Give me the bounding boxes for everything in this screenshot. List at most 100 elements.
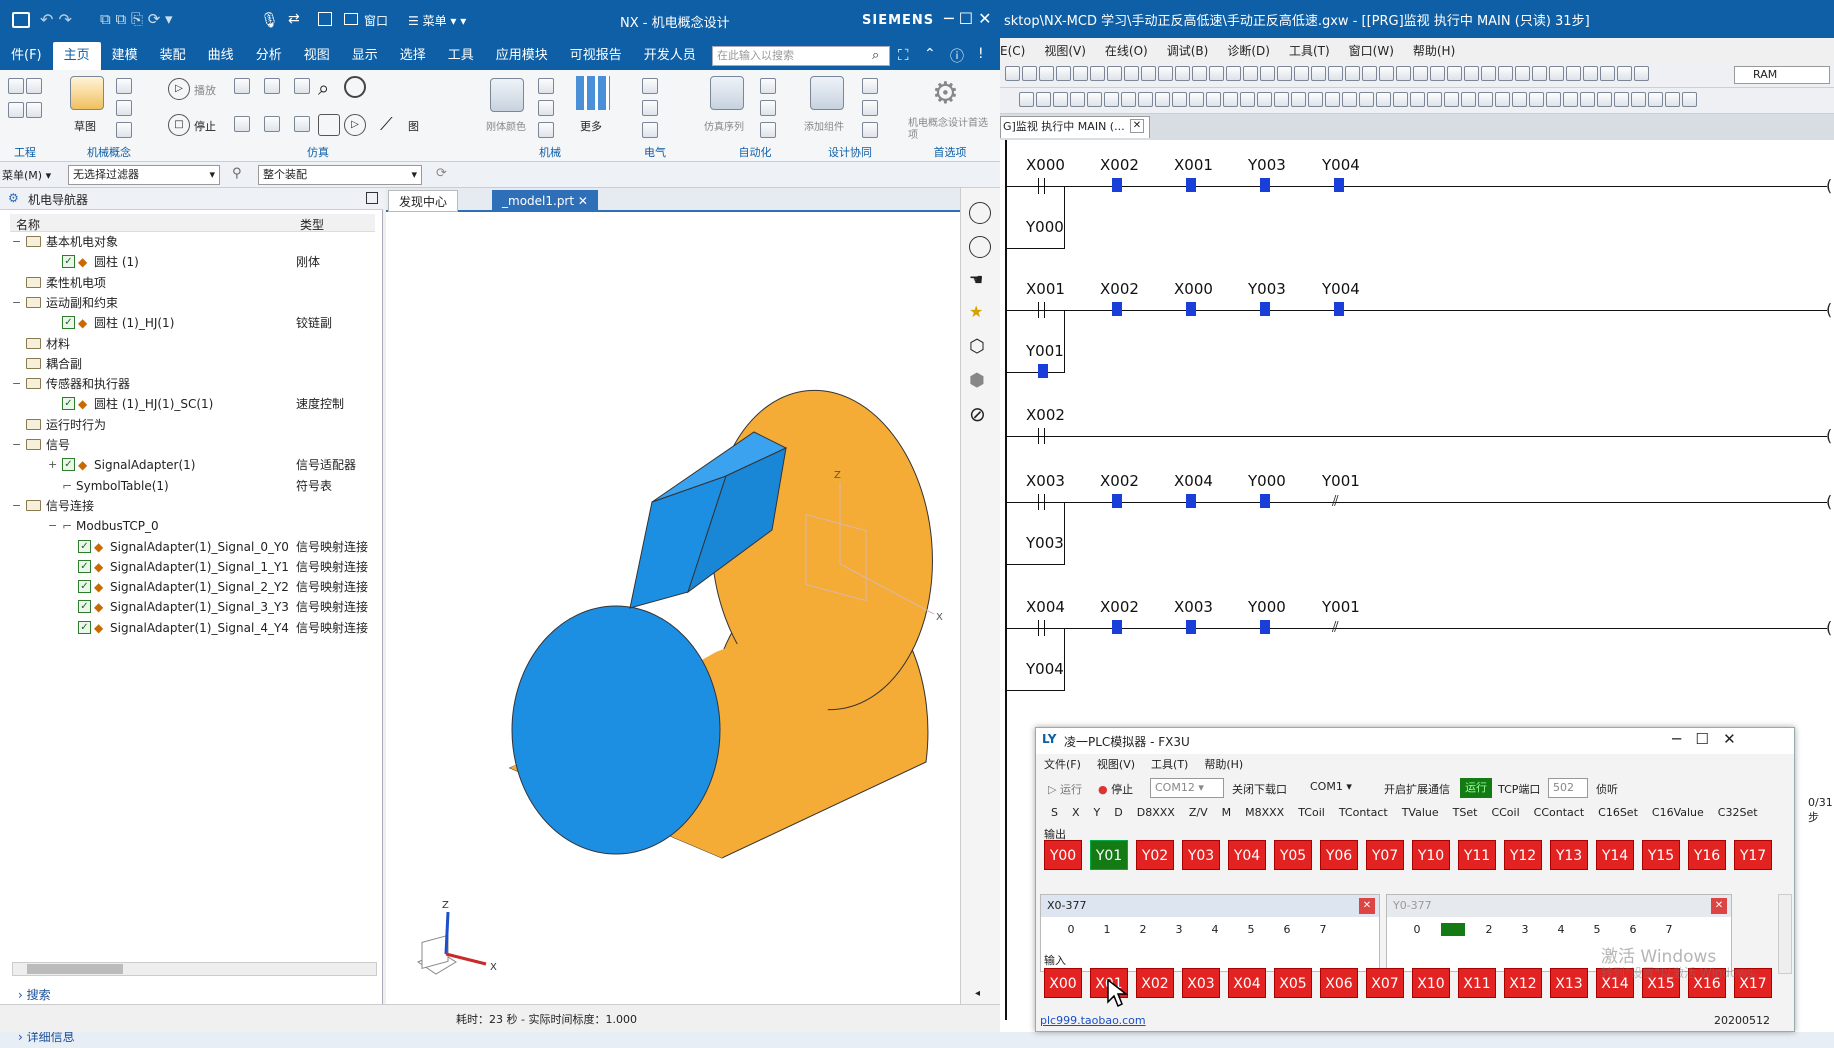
- input-x03-button[interactable]: X03: [1182, 968, 1220, 998]
- nx-menu-item[interactable]: 开发人员: [633, 42, 707, 70]
- hand-icon[interactable]: ☚: [969, 270, 983, 289]
- navigator-section[interactable]: › 搜索: [18, 986, 51, 1003]
- input-x13-button[interactable]: X13: [1550, 968, 1588, 998]
- gx-ladder-tool-icon[interactable]: [1461, 92, 1476, 107]
- mic-icon[interactable]: 🎙: [260, 11, 279, 29]
- gx-ladder-tool-icon[interactable]: [1546, 92, 1561, 107]
- gx-tool-icon[interactable]: [1175, 66, 1190, 81]
- gx-ladder-tool-icon[interactable]: [1512, 92, 1527, 107]
- input-x07-button[interactable]: X07: [1366, 968, 1404, 998]
- sim-menu-item[interactable]: 视图(V): [1097, 756, 1135, 772]
- menu-button[interactable]: 菜单(M) ▾: [2, 167, 51, 183]
- constraint-icon[interactable]: [8, 78, 24, 94]
- sketch-button-label[interactable]: 草图: [74, 118, 96, 134]
- play-icon[interactable]: ▷: [168, 78, 190, 100]
- gx-tool-icon[interactable]: [1515, 66, 1530, 81]
- output-y17-button[interactable]: Y17: [1734, 840, 1772, 870]
- gx-tool-icon[interactable]: [1498, 66, 1513, 81]
- adapter-icon[interactable]: [26, 102, 42, 118]
- output-y13-button[interactable]: Y13: [1550, 840, 1588, 870]
- gx-ladder-tool-icon[interactable]: [1478, 92, 1493, 107]
- nx-menu-item[interactable]: 显示: [341, 42, 389, 70]
- gx-ladder-tool-icon[interactable]: [1597, 92, 1612, 107]
- export-icon[interactable]: [862, 78, 878, 94]
- x-panel-close-icon[interactable]: ✕: [1359, 898, 1375, 914]
- output-y05-button[interactable]: Y05: [1274, 840, 1312, 870]
- tree-row[interactable]: ✓ ◆ SignalAdapter(1)_Signal_1_Y1 信号映射连接: [10, 557, 375, 577]
- search-icon[interactable]: ⌕: [872, 48, 879, 63]
- gx-ladder-tool-icon[interactable]: [1308, 92, 1323, 107]
- tree-row[interactable]: − 传感器和执行器: [10, 374, 375, 394]
- gx-ladder-tool-icon[interactable]: [1342, 92, 1357, 107]
- tree-row[interactable]: ✓ ◆ SignalAdapter(1)_Signal_2_Y2 信号映射连接: [10, 577, 375, 597]
- output-y02-button[interactable]: Y02: [1136, 840, 1174, 870]
- gx-tool-icon[interactable]: [1413, 66, 1428, 81]
- gx-menu-item[interactable]: 在线(O): [1105, 42, 1148, 59]
- output-y12-button[interactable]: Y12: [1504, 840, 1542, 870]
- register-bit[interactable]: 7: [1311, 923, 1335, 936]
- fullscreen-icon[interactable]: ⛶: [898, 46, 909, 64]
- layout-icon[interactable]: [344, 13, 358, 25]
- navigator-hscrollbar[interactable]: [12, 962, 377, 976]
- panel-scrollbar[interactable]: [1778, 894, 1792, 974]
- gx-ladder-tool-icon[interactable]: [1393, 92, 1408, 107]
- gx-tool-icon[interactable]: [1396, 66, 1411, 81]
- spring-icon[interactable]: [538, 122, 554, 138]
- gx-ladder-tool-icon[interactable]: [1104, 92, 1119, 107]
- visibility-checkbox[interactable]: ✓: [78, 539, 91, 553]
- register-tab[interactable]: TContact: [1339, 806, 1388, 819]
- gx-ladder-tool-icon[interactable]: [1172, 92, 1187, 107]
- tree-row[interactable]: − 运动副和约束: [10, 293, 375, 313]
- sim-menu-item[interactable]: 帮助(H): [1204, 756, 1243, 772]
- command-search-input[interactable]: 在此输入以搜索: [712, 46, 890, 66]
- visibility-checkbox[interactable]: ✓: [78, 559, 91, 573]
- gx-ladder-tool-icon[interactable]: [1274, 92, 1289, 107]
- ram-field[interactable]: RAM: [1734, 66, 1830, 84]
- register-bit[interactable]: 4: [1549, 923, 1573, 936]
- register-bit[interactable]: 2: [1477, 923, 1501, 936]
- sim-menu-item[interactable]: 工具(T): [1151, 756, 1188, 772]
- register-tab[interactable]: CContact: [1534, 806, 1584, 819]
- output-y03-button[interactable]: Y03: [1182, 840, 1220, 870]
- gx-tool-icon[interactable]: [1481, 66, 1496, 81]
- gx-tool-icon[interactable]: [1022, 66, 1037, 81]
- gx-ladder-tool-icon[interactable]: [1019, 92, 1034, 107]
- input-x06-button[interactable]: X06: [1320, 968, 1358, 998]
- visibility-checkbox[interactable]: ✓: [62, 397, 75, 411]
- gx-menu-item[interactable]: 窗口(W): [1349, 42, 1394, 59]
- gx-ladder-tool-icon[interactable]: [1240, 92, 1255, 107]
- quick-menu[interactable]: ☰ 菜单 ▾ ▾: [408, 12, 466, 29]
- import-icon[interactable]: [862, 100, 878, 116]
- scroll-thumb[interactable]: [27, 964, 123, 974]
- input-x12-button[interactable]: X12: [1504, 968, 1542, 998]
- ladder-rung[interactable]: X000 X002 X001 Y003 Y004 Y000 (: [1000, 152, 1834, 272]
- expand-toggle-icon[interactable]: −: [12, 496, 21, 516]
- input-x04-button[interactable]: X04: [1228, 968, 1266, 998]
- undo-icon[interactable]: ↶ ↷: [40, 10, 72, 29]
- more-label[interactable]: 更多: [580, 118, 602, 134]
- view-fit-icon[interactable]: [969, 202, 991, 224]
- link-icon[interactable]: [294, 116, 310, 132]
- save-icon[interactable]: [12, 12, 30, 28]
- tree-row[interactable]: − ⌐ ModbusTCP_0: [10, 516, 375, 536]
- gx-tool-icon[interactable]: [1107, 66, 1122, 81]
- register-tab[interactable]: S: [1051, 806, 1058, 819]
- visibility-checkbox[interactable]: ✓: [78, 600, 91, 614]
- gx-tool-icon[interactable]: [1379, 66, 1394, 81]
- gx-tool-icon[interactable]: [1634, 66, 1649, 81]
- gx-ladder-tool-icon[interactable]: [1223, 92, 1238, 107]
- nx-menu-item[interactable]: 建模: [101, 42, 149, 70]
- gx-ladder-tool-icon[interactable]: [1206, 92, 1221, 107]
- register-bit[interactable]: 0: [1405, 923, 1429, 936]
- window-controls[interactable]: ─ ☐ ✕: [944, 9, 992, 28]
- snapshot-icon[interactable]: [234, 116, 250, 132]
- cube-icon[interactable]: [116, 78, 132, 94]
- gx-tool-icon[interactable]: [1073, 66, 1088, 81]
- tree-row[interactable]: − 基本机电对象: [10, 232, 375, 252]
- tree-row[interactable]: ⌐ SymbolTable(1) 符号表: [10, 476, 375, 496]
- gx-tool-icon[interactable]: [1617, 66, 1632, 81]
- gx-ladder-tool-icon[interactable]: [1053, 92, 1068, 107]
- register-bit[interactable]: 5: [1239, 923, 1263, 936]
- gx-tool-icon[interactable]: [1447, 66, 1462, 81]
- sim-sequence-label[interactable]: 仿真序列: [704, 118, 744, 133]
